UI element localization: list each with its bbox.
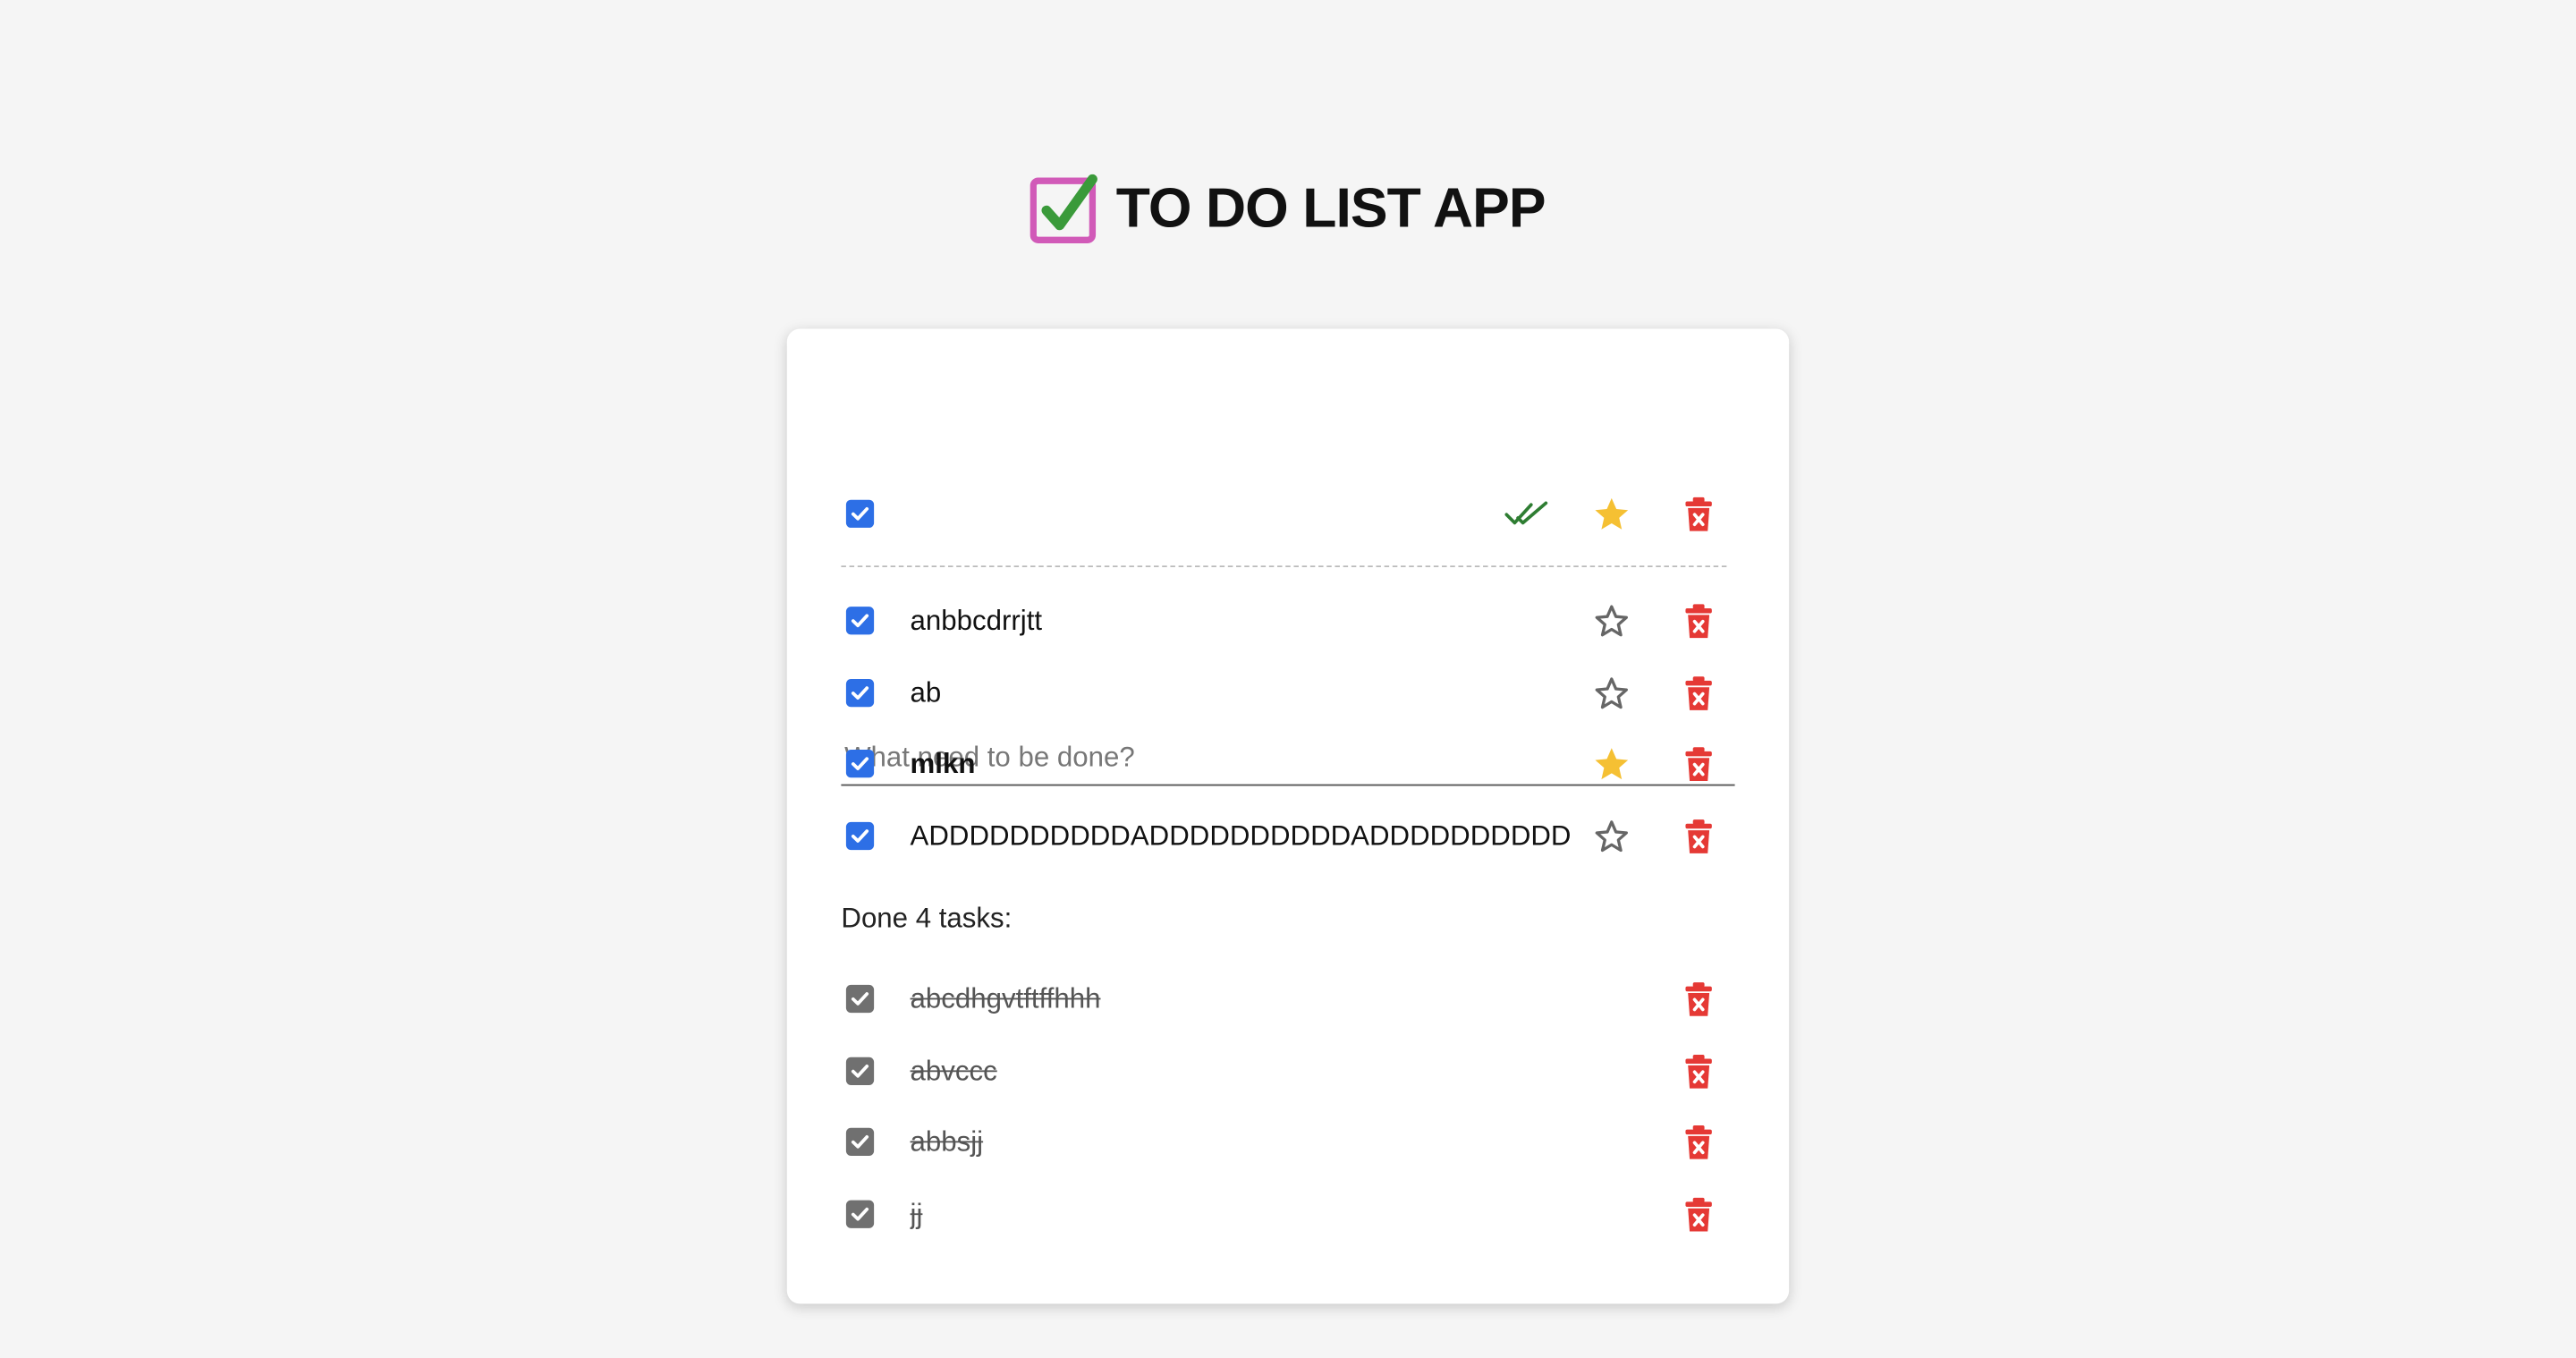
app-header: TO DO LIST APP (0, 174, 2576, 243)
checkmark-icon (851, 992, 869, 1006)
star-filled-icon[interactable] (1592, 495, 1631, 534)
star-filled-icon[interactable] (1592, 745, 1631, 785)
task-checkbox[interactable] (845, 750, 875, 778)
trash-icon[interactable] (1684, 675, 1714, 711)
done-task-label: abvccc (910, 1055, 997, 1087)
trash-icon[interactable] (1684, 1197, 1714, 1233)
checkmark-icon (851, 506, 869, 521)
checkmark-icon (851, 757, 869, 770)
checkmark-icon (851, 614, 869, 628)
checkmark-icon (851, 1064, 869, 1078)
task-row: ab (787, 661, 1789, 727)
checked-box-icon (1030, 174, 1098, 243)
trash-icon[interactable] (1684, 1054, 1714, 1090)
done-task-row: jj (787, 1182, 1789, 1248)
divider (841, 565, 1727, 568)
done-heading: Done 4 tasks: (841, 902, 1013, 934)
trash-icon[interactable] (1684, 1125, 1714, 1160)
task-checkbox[interactable] (845, 607, 875, 635)
task-label[interactable]: ADDDDDDDDDDADDDDDDDDDDADDDDDDDDDD (911, 820, 1574, 853)
toolbar-row (787, 481, 1789, 547)
star-outline-icon[interactable] (1592, 602, 1631, 641)
trash-icon[interactable] (1684, 819, 1714, 854)
app-title: TO DO LIST APP (1115, 176, 1546, 240)
select-all-checkbox[interactable] (845, 499, 875, 528)
task-checkbox[interactable] (845, 679, 875, 708)
checkmark-icon (851, 686, 869, 700)
done-task-row: abvccc (787, 1039, 1789, 1105)
checkmark-icon (851, 829, 869, 843)
done-task-label: abcdhgvtftffhhh (910, 983, 1101, 1014)
done-task-label: abbsjj (910, 1125, 984, 1158)
star-outline-icon[interactable] (1592, 674, 1631, 713)
task-row: mlkn (787, 732, 1789, 798)
trash-icon[interactable] (1684, 981, 1714, 1017)
task-label[interactable]: ab (911, 677, 1574, 710)
task-label[interactable]: mlkn (911, 748, 1574, 781)
trash-icon[interactable] (1684, 603, 1714, 639)
done-task-checkbox[interactable] (845, 1127, 875, 1156)
star-outline-icon[interactable] (1592, 817, 1631, 856)
task-row: anbbcdrrjtt (787, 589, 1789, 655)
checkmark-icon (851, 1207, 869, 1221)
trash-icon[interactable] (1684, 746, 1714, 782)
done-task-checkbox[interactable] (845, 1200, 875, 1228)
task-label[interactable]: anbbcdrrjtt (911, 605, 1574, 638)
task-row: ADDDDDDDDDDADDDDDDDDDDADDDDDDDDDD (787, 804, 1789, 870)
done-task-row: abcdhgvtftffhhh (787, 967, 1789, 1033)
done-task-checkbox[interactable] (845, 984, 875, 1014)
done-task-row: abbsjj (787, 1110, 1789, 1176)
task-checkbox[interactable] (845, 821, 875, 851)
trash-icon[interactable] (1684, 497, 1714, 532)
checkmark-icon (851, 1135, 869, 1149)
double-check-icon[interactable] (1504, 498, 1550, 531)
done-task-checkbox[interactable] (845, 1057, 875, 1085)
done-task-label: jj (910, 1198, 923, 1230)
